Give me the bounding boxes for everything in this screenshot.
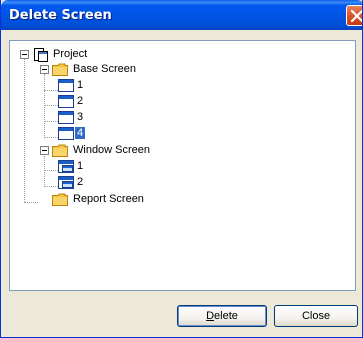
tree-line [24, 202, 38, 203]
close-icon [350, 9, 362, 23]
tree-label-screen-selected: 4 [75, 127, 86, 139]
tree-label-screen: 2 [77, 95, 84, 107]
tree-node-window-screen[interactable]: Window Screen [40, 144, 190, 157]
delete-mnemonic: D [206, 310, 215, 322]
close-window-button[interactable] [346, 5, 362, 26]
project-icon [34, 48, 48, 62]
tree-node-base-screen[interactable]: Base Screen [40, 63, 190, 76]
screen-tree[interactable]: Project Base Screen 1 2 3 4 Window Scree… [9, 40, 356, 291]
tree-node-base-screen-2[interactable]: 2 [58, 95, 98, 108]
tree-node-report-screen[interactable]: Report Screen [40, 193, 190, 206]
delete-screen-dialog: Delete Screen Project Base Screen 1 2 3 … [0, 0, 363, 338]
tree-node-window-screen-2[interactable]: 2 [58, 176, 98, 189]
tree-label-screen: 1 [77, 79, 84, 91]
tree-line [24, 59, 25, 202]
tree-node-window-screen-1[interactable]: 1 [58, 160, 98, 173]
window-screen-icon [58, 176, 74, 189]
folder-icon [52, 63, 68, 76]
window-title: Delete Screen [9, 8, 112, 23]
tree-label-window: 1 [77, 160, 84, 172]
collapse-icon[interactable] [20, 50, 29, 59]
tree-node-base-screen-3[interactable]: 3 [58, 111, 98, 124]
folder-icon [52, 193, 68, 206]
tree-node-project[interactable]: Project [20, 48, 140, 62]
close-button[interactable]: Close [274, 305, 358, 327]
tree-line [44, 156, 45, 187]
tree-line [44, 74, 45, 138]
tree-node-base-screen-4[interactable]: 4 [58, 127, 98, 140]
screen-icon [58, 79, 74, 92]
title-bar[interactable]: Delete Screen [1, 0, 362, 30]
tree-node-base-screen-1[interactable]: 1 [58, 79, 98, 92]
tree-label-report-screen: Report Screen [73, 193, 144, 205]
delete-label: elete [214, 310, 238, 322]
tree-label-window: 2 [77, 176, 84, 188]
tree-line [44, 105, 58, 106]
screen-icon [58, 95, 74, 108]
window-screen-icon [58, 160, 74, 173]
collapse-icon[interactable] [40, 146, 49, 155]
tree-label-project: Project [53, 48, 88, 60]
tree-line [44, 170, 58, 171]
tree-line [44, 90, 58, 91]
screen-icon [58, 127, 74, 140]
tree-line [44, 137, 58, 138]
collapse-icon[interactable] [40, 65, 49, 74]
screen-icon [58, 111, 74, 124]
tree-label-window-screen: Window Screen [73, 144, 151, 156]
tree-label-screen: 3 [77, 111, 84, 123]
folder-icon [52, 144, 68, 157]
tree-line [44, 186, 58, 187]
delete-button[interactable]: Delete [177, 305, 267, 327]
tree-line [44, 121, 58, 122]
tree-label-base-screen: Base Screen [73, 63, 136, 75]
close-label: Close [301, 310, 331, 322]
